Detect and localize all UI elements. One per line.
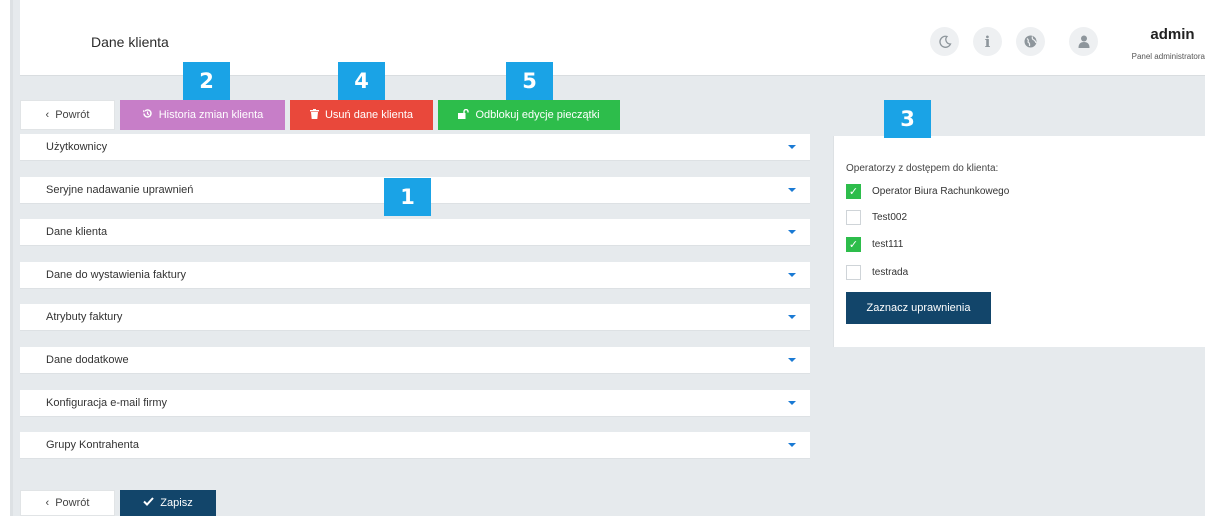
user-role: Panel administratora	[1131, 52, 1205, 61]
operator-checkbox-row[interactable]: Test002	[846, 209, 907, 225]
operator-label: test111	[872, 238, 904, 250]
badge-5: 5	[506, 62, 553, 100]
unlock-stamp-button[interactable]: Odblokuj edycje pieczątki	[438, 100, 620, 130]
section-label: Dane dodatkowe	[46, 354, 129, 366]
checkbox-checked[interactable]: ✓	[846, 183, 861, 199]
operators-panel-title: Operatorzy z dostępem do klienta:	[846, 163, 999, 174]
checkbox-unchecked[interactable]	[846, 264, 861, 280]
operator-label: Operator Biura Rachunkowego	[872, 185, 1010, 197]
globe-icon[interactable]	[1016, 27, 1045, 56]
operator-checkbox-row[interactable]: ✓ Operator Biura Rachunkowego	[846, 183, 1009, 199]
section-label: Użytkownicy	[46, 141, 108, 153]
section-invoice-attributes[interactable]: Atrybuty faktury	[20, 304, 810, 331]
chevron-left-icon: ‹	[45, 497, 50, 509]
trash-icon	[309, 108, 319, 122]
caret-down-icon	[788, 188, 796, 192]
badge-4: 4	[338, 62, 385, 100]
checkbox-checked[interactable]: ✓	[846, 236, 861, 252]
unlock-icon	[458, 108, 470, 122]
save-button-label: Zapisz	[160, 497, 193, 509]
back-button[interactable]: ‹ Powrót	[20, 100, 115, 130]
unlock-stamp-button-label: Odblokuj edycje pieczątki	[475, 109, 600, 121]
left-strip-border	[10, 0, 13, 516]
page-title: Dane klienta	[91, 34, 169, 50]
history-icon	[142, 108, 153, 122]
checkbox-unchecked[interactable]	[846, 209, 861, 225]
info-icon[interactable]: i	[973, 27, 1002, 56]
delete-client-button[interactable]: Usuń dane klienta	[290, 100, 433, 130]
operator-label: testrada	[872, 266, 909, 278]
caret-down-icon	[788, 401, 796, 405]
section-invoice-data[interactable]: Dane do wystawienia faktury	[20, 262, 810, 289]
section-label: Dane do wystawienia faktury	[46, 269, 187, 281]
user-name[interactable]: admin	[1140, 26, 1205, 43]
moon-icon[interactable]	[930, 27, 959, 56]
history-button[interactable]: Historia zmian klienta	[120, 100, 285, 130]
caret-down-icon	[788, 145, 796, 149]
operator-checkbox-row[interactable]: testrada	[846, 264, 908, 280]
section-label: Atrybuty faktury	[46, 311, 123, 323]
section-email-config[interactable]: Konfiguracja e-mail firmy	[20, 390, 810, 417]
badge-1: 1	[384, 178, 431, 216]
caret-down-icon	[788, 315, 796, 319]
left-strip	[0, 0, 10, 516]
badge-3: 3	[884, 100, 931, 138]
chevron-left-icon: ‹	[45, 109, 50, 121]
operators-panel: Operatorzy z dostępem do klienta: ✓ Oper…	[833, 136, 1205, 347]
caret-down-icon	[788, 273, 796, 277]
mark-permissions-button[interactable]: Zaznacz uprawnienia	[846, 292, 991, 324]
operator-checkbox-row[interactable]: ✓ test111	[846, 236, 903, 252]
footer-back-button-label: Powrót	[55, 497, 90, 509]
section-client-data[interactable]: Dane klienta	[20, 219, 810, 246]
caret-down-icon	[788, 230, 796, 234]
section-label: Seryjne nadawanie uprawnień	[46, 184, 194, 196]
caret-down-icon	[788, 443, 796, 447]
back-button-label: Powrót	[55, 109, 90, 121]
check-icon	[143, 497, 155, 509]
caret-down-icon	[788, 358, 796, 362]
footer-back-button[interactable]: ‹ Powrót	[20, 490, 115, 516]
section-users[interactable]: Użytkownicy	[20, 134, 810, 161]
save-button[interactable]: Zapisz	[120, 490, 216, 516]
section-label: Grupy Kontrahenta	[46, 439, 139, 451]
user-icon[interactable]	[1069, 27, 1098, 56]
section-additional-data[interactable]: Dane dodatkowe	[20, 347, 810, 374]
operator-label: Test002	[872, 211, 908, 223]
section-contractor-groups[interactable]: Grupy Kontrahenta	[20, 432, 810, 459]
section-label: Dane klienta	[46, 226, 108, 238]
delete-client-button-label: Usuń dane klienta	[324, 109, 414, 121]
history-button-label: Historia zmian klienta	[158, 109, 264, 121]
section-label: Konfiguracja e-mail firmy	[46, 397, 168, 409]
badge-2: 2	[183, 62, 230, 100]
